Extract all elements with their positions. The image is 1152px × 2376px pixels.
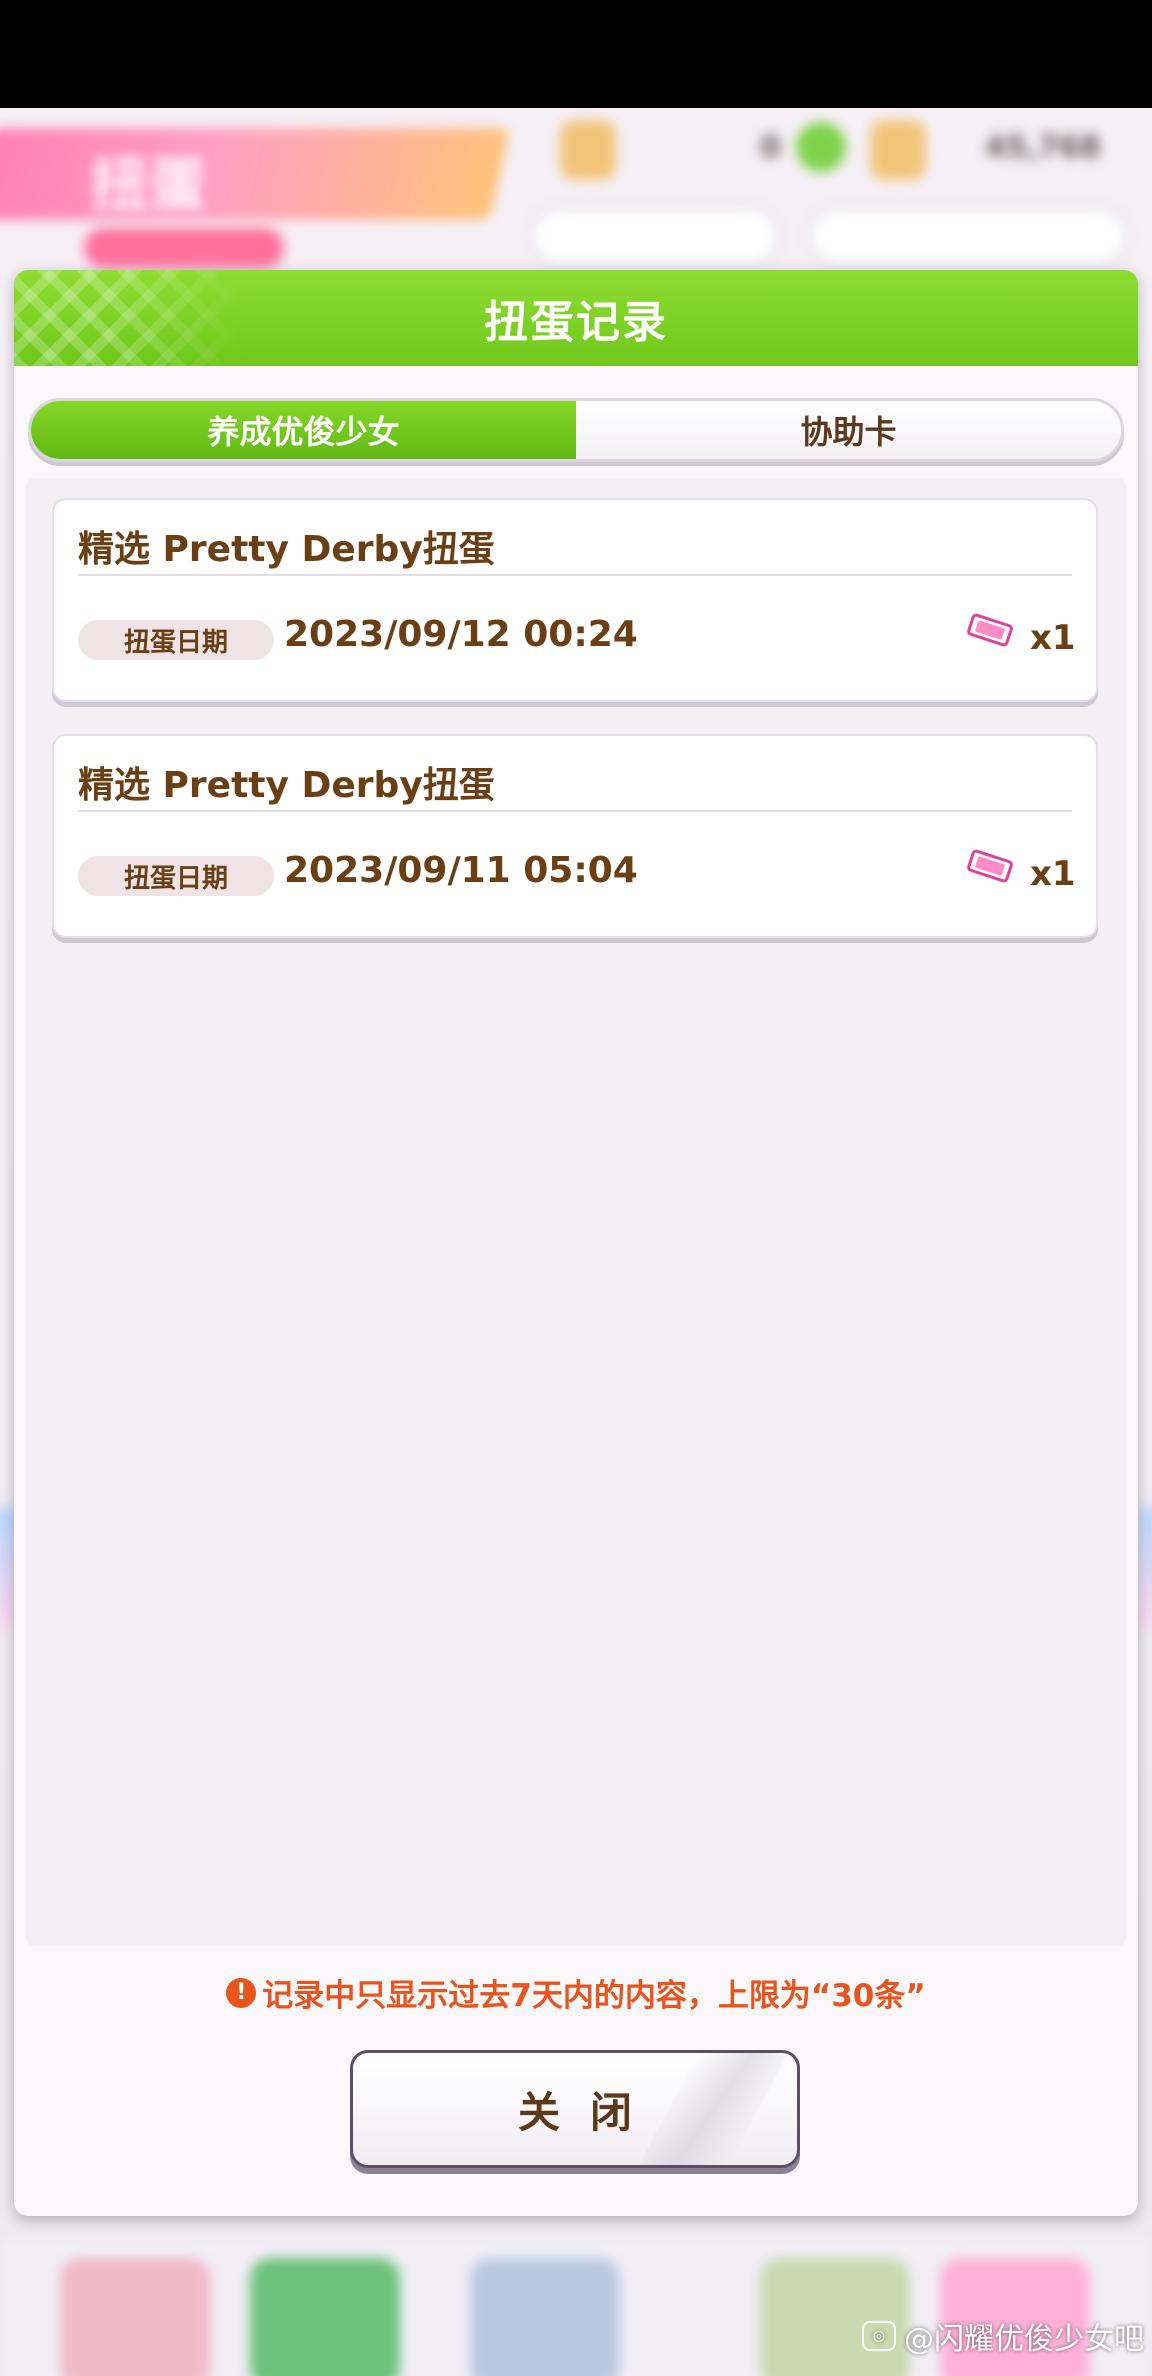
watermark-text: @闪耀优俊少女吧 xyxy=(904,2322,1144,2357)
background-title: 扭蛋 xyxy=(90,151,207,219)
background-title-banner xyxy=(0,128,510,220)
weibo-icon: ◎ xyxy=(862,2321,896,2351)
dialog-title: 扭蛋记录 xyxy=(484,297,668,348)
avatar-icon xyxy=(560,120,616,180)
record-date: 2023/09/12 00:24 xyxy=(284,614,638,655)
record-title: 精选 Pretty Derby扭蛋 xyxy=(78,529,495,570)
notice-message: ! 记录中只显示过去7天内的内容，上限为“30条” xyxy=(14,1970,1138,2015)
record-item: 精选 Pretty Derby扭蛋 扭蛋日期 2023/09/12 00:24 … xyxy=(52,498,1098,702)
close-button[interactable]: 关闭 xyxy=(350,2050,800,2168)
ticket-icon xyxy=(967,613,1013,647)
record-item: 精选 Pretty Derby扭蛋 扭蛋日期 2023/09/11 05:04 … xyxy=(52,734,1098,938)
gacha-history-dialog: 扭蛋记录 养成优俊少女 协助卡 精选 Pretty Derby扭蛋 扭蛋日期 2… xyxy=(14,270,1138,2216)
avatar-icon xyxy=(870,120,926,180)
header-pattern xyxy=(14,270,244,366)
tab-support-card[interactable]: 协助卡 xyxy=(576,401,1121,459)
nav-item-icon xyxy=(60,2258,210,2376)
currency-value: 0 xyxy=(760,130,781,165)
background-button xyxy=(530,206,780,266)
tab-bar: 养成优俊少女 协助卡 xyxy=(28,398,1124,462)
record-title: 精选 Pretty Derby扭蛋 xyxy=(78,765,495,806)
date-label: 扭蛋日期 xyxy=(78,856,274,896)
watermark: ◎ @闪耀优俊少女吧 xyxy=(862,2314,1144,2358)
alert-icon: ! xyxy=(226,1977,257,2008)
record-count: x1 xyxy=(1030,618,1076,658)
record-list[interactable]: 精选 Pretty Derby扭蛋 扭蛋日期 2023/09/12 00:24 … xyxy=(26,478,1126,1946)
close-button-label: 关闭 xyxy=(517,2087,662,2137)
ticket-icon xyxy=(967,849,1013,883)
notice-text: 记录中只显示过去7天内的内容，上限为“30条” xyxy=(262,1978,926,2014)
dialog-header: 扭蛋记录 xyxy=(14,270,1138,366)
divider xyxy=(78,810,1072,812)
background-button xyxy=(808,206,1128,266)
points-value: 45,768 xyxy=(985,130,1101,165)
nav-item-icon xyxy=(250,2258,400,2376)
status-bar xyxy=(0,0,1152,108)
divider xyxy=(78,574,1072,576)
background-side-strip xyxy=(1136,1508,1152,1628)
nav-item-icon xyxy=(470,2258,620,2376)
date-label: 扭蛋日期 xyxy=(78,620,274,660)
screen: 扭蛋 0 45,768 扭蛋记录 养成优俊少女 协助卡 精选 Pretty De… xyxy=(0,0,1152,2376)
record-count: x1 xyxy=(1030,854,1076,894)
coin-icon xyxy=(796,122,846,172)
record-date: 2023/09/11 05:04 xyxy=(284,850,638,891)
background-pill xyxy=(84,228,284,268)
tab-trainee[interactable]: 养成优俊少女 xyxy=(31,401,576,459)
